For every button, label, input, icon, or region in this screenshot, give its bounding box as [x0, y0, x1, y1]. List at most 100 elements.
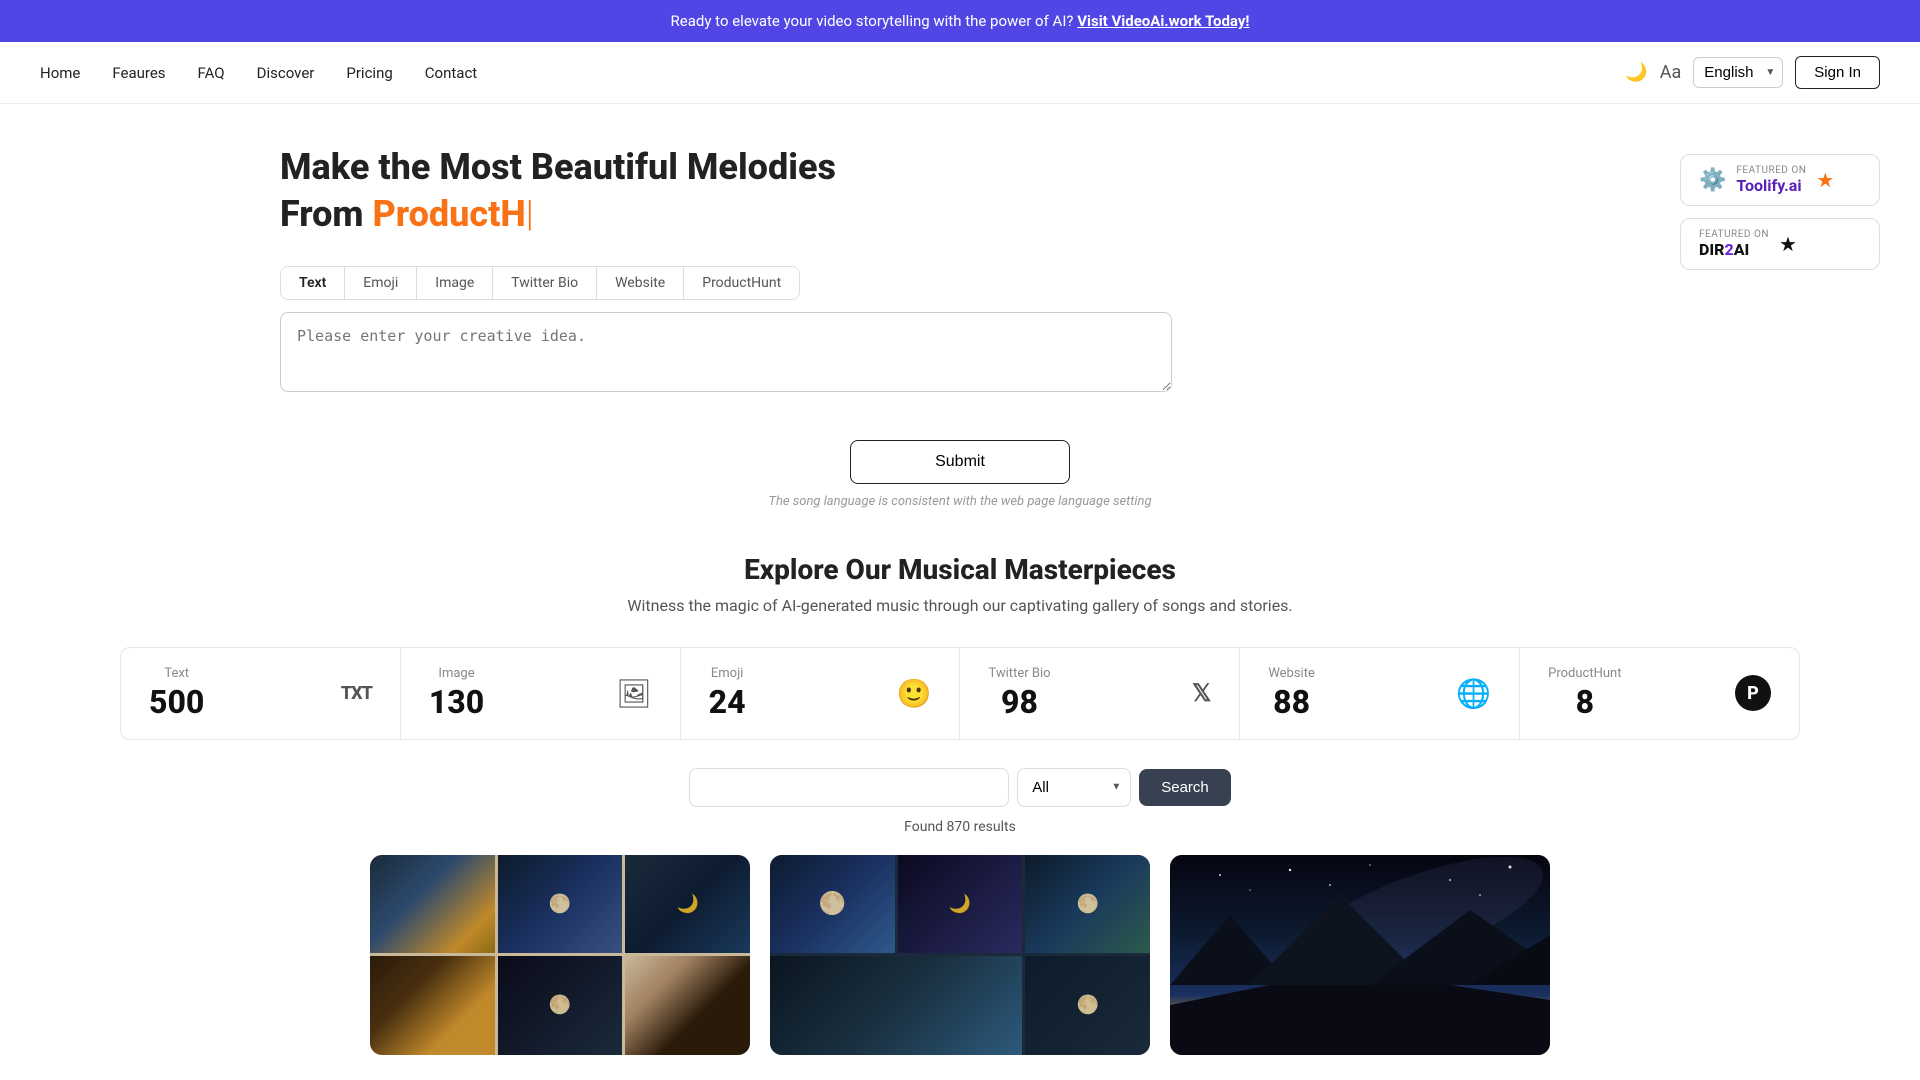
hero-brand: ProductH| — [372, 193, 533, 235]
tab-text[interactable]: Text — [281, 267, 345, 299]
lang-note: The song language is consistent with the… — [768, 494, 1151, 509]
stat-text: Text 500 TXT — [121, 648, 401, 739]
banner-link[interactable]: Visit VideoAi.work Today! — [1077, 12, 1249, 30]
results-count: Found 870 results — [40, 819, 1880, 835]
search-filter-wrapper: All Text Emoji Image Twitter Bio Website… — [1017, 768, 1131, 807]
landscape-svg — [1170, 855, 1550, 1055]
search-filter[interactable]: All Text Emoji Image Twitter Bio Website… — [1017, 768, 1131, 807]
featured-badges: ⚙️ FEATURED ON Toolify.ai ★ FEATURED ON … — [1680, 144, 1880, 270]
stat-website: Website 88 🌐 — [1240, 648, 1520, 739]
toolify-name: Toolify.ai — [1736, 176, 1806, 195]
submit-button[interactable]: Submit — [850, 440, 1070, 484]
tab-emoji[interactable]: Emoji — [345, 267, 417, 299]
nav-contact[interactable]: Contact — [425, 64, 477, 82]
stat-image-label: Image — [429, 666, 484, 681]
gallery-card-3[interactable] — [1170, 855, 1550, 1055]
nav-feaures[interactable]: Feaures — [112, 64, 165, 82]
stat-image-value: 130 — [429, 683, 484, 721]
stat-producthunt: ProductHunt 8 P — [1520, 648, 1799, 739]
translate-icon[interactable]: Aa — [1660, 62, 1682, 83]
gallery-img-cell: 🌕 — [770, 855, 895, 954]
gallery-grid-1: 🌕 🌙 🌕 — [370, 855, 750, 1055]
gallery-img-cell — [370, 855, 495, 954]
hero-from-text: From — [280, 193, 372, 235]
stat-website-icon: 🌐 — [1456, 677, 1491, 710]
language-selector[interactable]: English — [1693, 57, 1783, 88]
dir2ai-name: DIR2AI — [1699, 240, 1769, 259]
stat-emoji: Emoji 24 🙂 — [681, 648, 961, 739]
tab-website[interactable]: Website — [597, 267, 684, 299]
gallery-img-cell — [770, 956, 1022, 1055]
gallery-img-cell: 🌕 — [1025, 956, 1150, 1055]
gallery-img-cell: 🌕 — [498, 956, 623, 1055]
dir2ai-badge: FEATURED ON DIR2AI ★ — [1680, 218, 1880, 270]
gallery-grid-2: 🌕 🌙 🌕 🌕 — [770, 855, 1150, 1055]
idea-input[interactable] — [280, 312, 1172, 392]
search-button[interactable]: Search — [1139, 769, 1231, 806]
nav-discover[interactable]: Discover — [257, 64, 315, 82]
dir2ai-info: FEATURED ON DIR2AI — [1699, 229, 1769, 259]
stat-emoji-label: Emoji — [709, 666, 746, 681]
hero-title-line1: Make the Most Beautiful Melodies — [280, 146, 836, 188]
stat-image: Image 130 🖼 — [401, 648, 681, 739]
stat-producthunt-label: ProductHunt — [1548, 666, 1621, 681]
stat-emoji-value: 24 — [709, 683, 746, 721]
stat-twitter: Twitter Bio 98 𝕏 — [960, 648, 1240, 739]
cursor-blink: | — [526, 193, 534, 235]
gallery-row: 🌕 🌙 🌕 🌕 🌙 🌕 🌕 — [40, 855, 1880, 1055]
language-dropdown[interactable]: English — [1693, 57, 1783, 88]
toolify-label: FEATURED ON — [1736, 165, 1806, 176]
nav-pricing[interactable]: Pricing — [346, 64, 392, 82]
stats-row: Text 500 TXT Image 130 🖼 Emoji 24 🙂 Twit… — [120, 647, 1800, 740]
gallery-card-1[interactable]: 🌕 🌙 🌕 — [370, 855, 750, 1055]
toolify-icon: ⚙️ — [1699, 168, 1726, 193]
stat-image-icon: 🖼 — [616, 677, 652, 710]
dark-mode-icon[interactable]: 🌙 — [1625, 62, 1647, 83]
tab-producthunt[interactable]: ProductHunt — [684, 267, 799, 299]
stat-twitter-icon: 𝕏 — [1192, 679, 1211, 707]
dir2ai-star: ★ — [1779, 232, 1797, 256]
gallery-img-cell — [370, 956, 495, 1055]
hero-title: Make the Most Beautiful Melodies From Pr… — [280, 144, 1620, 238]
gallery-img-cell: 🌕 — [498, 855, 623, 954]
gallery-card-2[interactable]: 🌕 🌙 🌕 🌕 — [770, 855, 1150, 1055]
stat-text-info: Text 500 — [149, 666, 204, 721]
stat-text-label: Text — [149, 666, 204, 681]
hero-left: Make the Most Beautiful Melodies From Pr… — [280, 144, 1620, 396]
stat-producthunt-value: 8 — [1548, 683, 1621, 721]
stat-twitter-info: Twitter Bio 98 — [988, 666, 1050, 721]
dir2ai-label: FEATURED ON — [1699, 229, 1769, 240]
gallery-img-cell: 🌙 — [898, 855, 1023, 954]
stat-website-value: 88 — [1268, 683, 1315, 721]
stat-producthunt-info: ProductHunt 8 — [1548, 666, 1621, 721]
stat-twitter-value: 98 — [988, 683, 1050, 721]
navbar: Home Feaures FAQ Discover Pricing Contac… — [0, 42, 1920, 104]
search-input[interactable] — [689, 768, 1009, 807]
toolify-star: ★ — [1816, 168, 1834, 192]
search-row: All Text Emoji Image Twitter Bio Website… — [40, 768, 1880, 807]
stat-text-value: 500 — [149, 683, 204, 721]
explore-subtitle: Witness the magic of AI-generated music … — [40, 596, 1880, 615]
top-banner: Ready to elevate your video storytelling… — [0, 0, 1920, 42]
hero-section: Make the Most Beautiful Melodies From Pr… — [0, 104, 1920, 416]
banner-text: Ready to elevate your video storytelling… — [671, 12, 1074, 30]
gallery-img-cell — [625, 956, 750, 1055]
toolify-info: FEATURED ON Toolify.ai — [1736, 165, 1806, 195]
stat-producthunt-icon: P — [1735, 675, 1771, 711]
sign-in-button[interactable]: Sign In — [1795, 56, 1880, 89]
nav-links: Home Feaures FAQ Discover Pricing Contac… — [40, 64, 477, 82]
nav-faq[interactable]: FAQ — [198, 64, 225, 82]
explore-section: Explore Our Musical Masterpieces Witness… — [0, 533, 1920, 1075]
nav-home[interactable]: Home — [40, 64, 80, 82]
tab-image[interactable]: Image — [417, 267, 493, 299]
input-tabs: Text Emoji Image Twitter Bio Website Pro… — [280, 266, 800, 300]
stat-image-info: Image 130 — [429, 666, 484, 721]
stat-website-label: Website — [1268, 666, 1315, 681]
gallery-img-cell: 🌕 — [1025, 855, 1150, 954]
tab-twitter-bio[interactable]: Twitter Bio — [493, 267, 597, 299]
nav-right: 🌙 Aa English Sign In — [1625, 56, 1880, 89]
gallery-img-cell: 🌙 — [625, 855, 750, 954]
stat-emoji-info: Emoji 24 — [709, 666, 746, 721]
toolify-badge: ⚙️ FEATURED ON Toolify.ai ★ — [1680, 154, 1880, 206]
stat-emoji-icon: 🙂 — [897, 677, 932, 710]
